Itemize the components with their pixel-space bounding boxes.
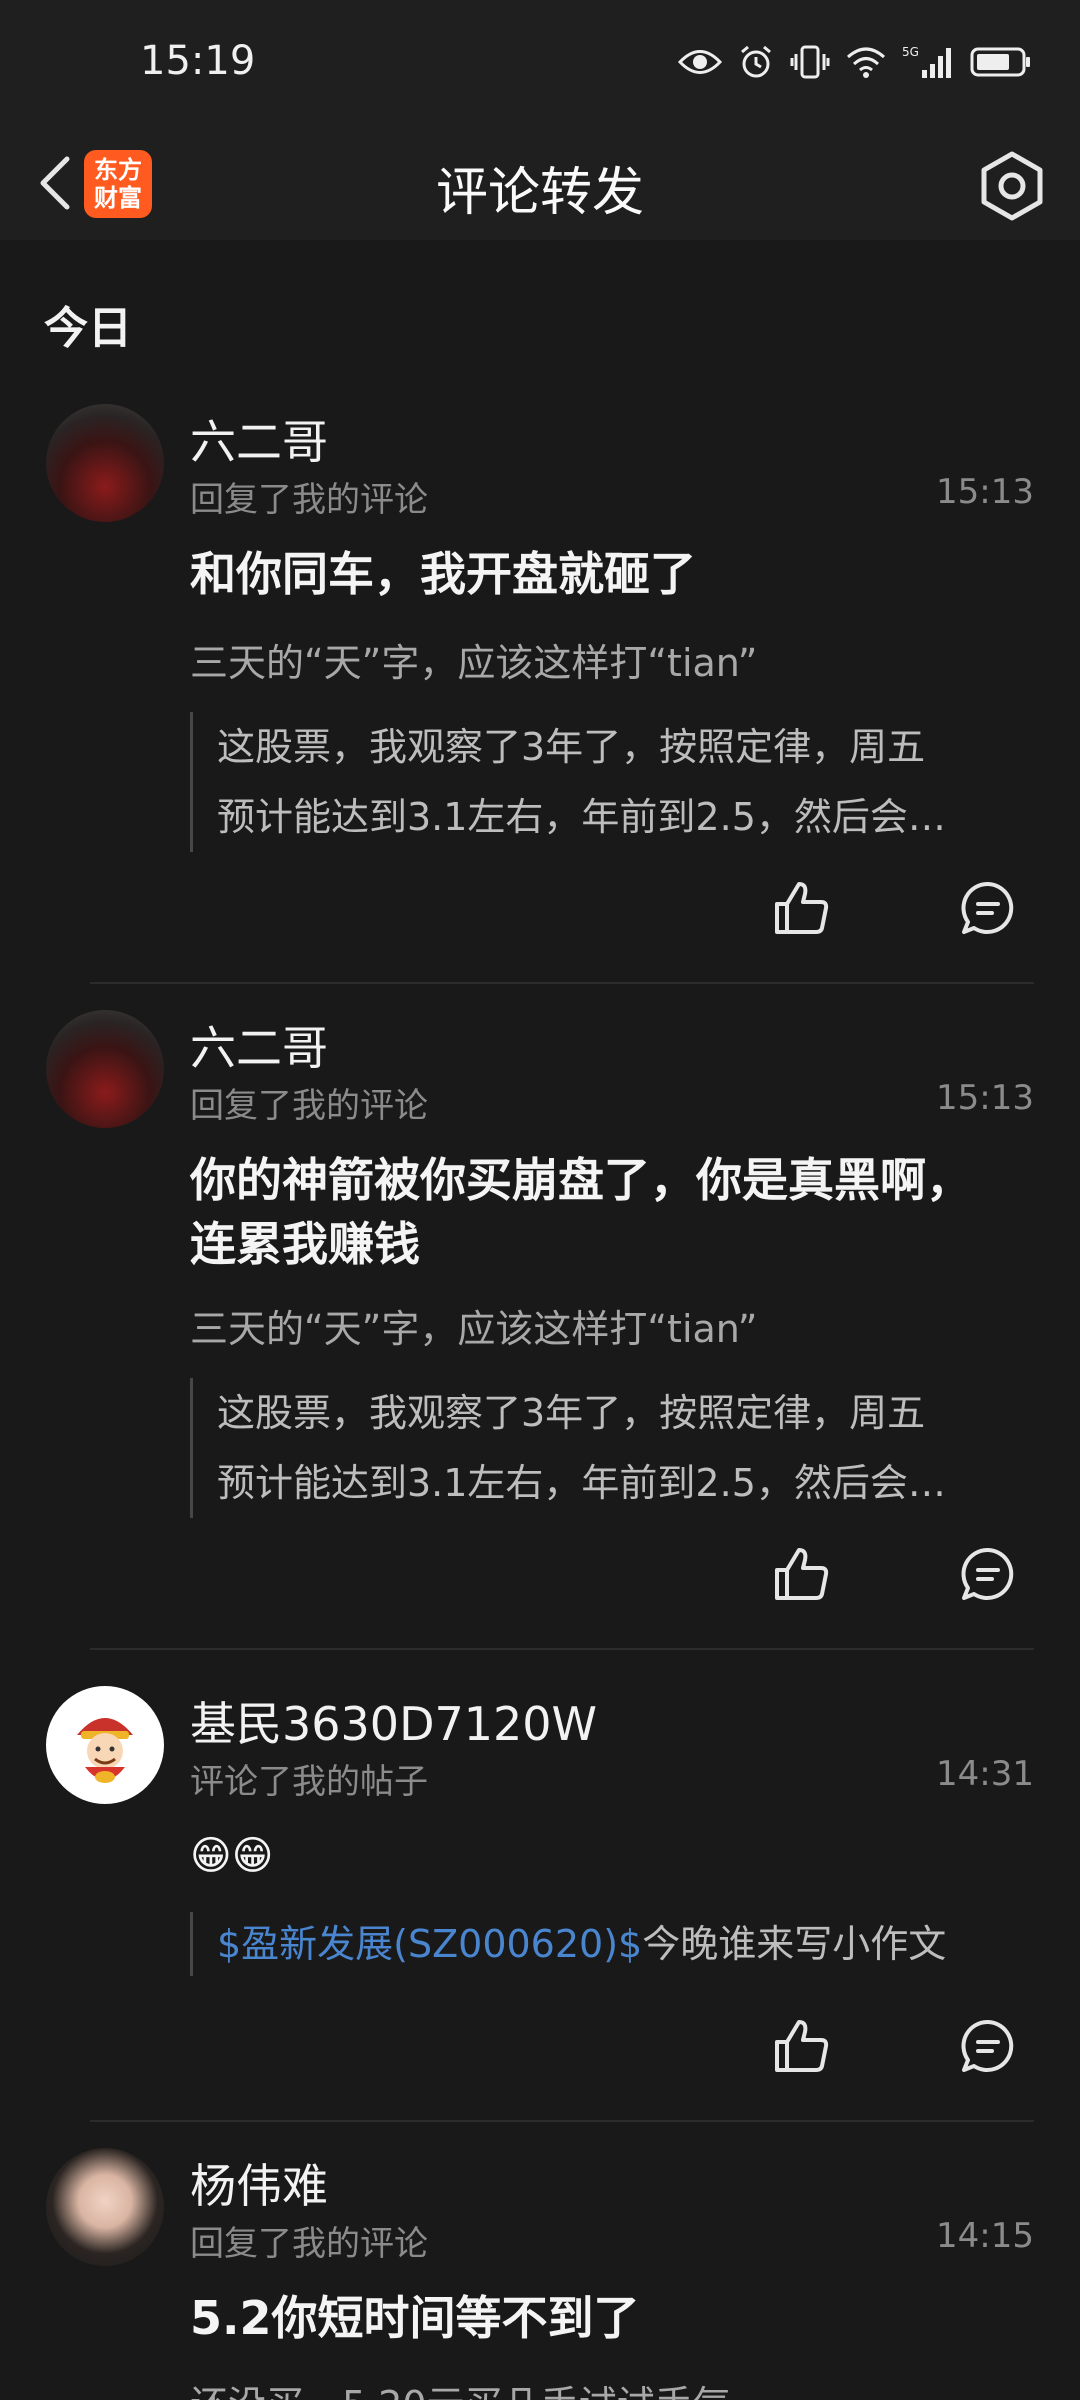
thumbs-up-icon bbox=[775, 1548, 829, 1600]
avatar[interactable] bbox=[46, 2148, 164, 2266]
signal-5g-icon: 5G bbox=[902, 45, 951, 78]
fortune-god-avatar-icon bbox=[77, 1718, 133, 1783]
avatar[interactable] bbox=[46, 404, 164, 522]
section-header-today: 今日 bbox=[44, 303, 132, 354]
user-name[interactable]: 六二哥 bbox=[190, 1012, 328, 1078]
quote-line: 这股票，我观察了3年了，按照定律，周五 bbox=[217, 1391, 926, 1435]
quote-line: 这股票，我观察了3年了，按照定律，周五 bbox=[217, 725, 926, 769]
comment-bubble-icon bbox=[961, 2019, 1014, 2072]
reply-text[interactable]: 和你同车，我开盘就砸了 bbox=[190, 542, 1020, 606]
quote-line: 预计能达到3.1左右，年前到2.5，然后会… bbox=[217, 795, 946, 839]
divider bbox=[90, 2120, 1034, 2122]
action-text: 回复了我的评论 bbox=[190, 2224, 428, 2264]
thumbs-up-icon bbox=[775, 882, 829, 934]
thumbs-up-icon bbox=[775, 2020, 829, 2072]
timestamp: 14:31 bbox=[936, 1754, 1034, 1794]
user-name[interactable]: 基民3630D7120W bbox=[190, 1688, 597, 1754]
quoted-post[interactable]: 这股票，我观察了3年了，按照定律，周五 预计能达到3.1左右，年前到2.5，然后… bbox=[190, 712, 1047, 852]
original-comment[interactable]: 还没买，5.20元买几手试试手气 bbox=[190, 2374, 731, 2400]
svg-text:5G: 5G bbox=[902, 45, 919, 59]
quoted-post[interactable]: $盈新发展(SZ000620)$今晚谁来写小作文 bbox=[190, 1912, 1047, 1976]
avatar[interactable] bbox=[46, 1010, 164, 1128]
nav-bar: 东方 财富 评论转发 bbox=[0, 130, 1080, 240]
gear-icon bbox=[981, 151, 1043, 221]
avatar[interactable] bbox=[46, 1686, 164, 1804]
page-title: 评论转发 bbox=[435, 163, 644, 223]
reply-line: 连累我赚钱 bbox=[190, 1217, 420, 1271]
comment-button[interactable] bbox=[956, 2014, 1020, 2078]
action-text: 回复了我的评论 bbox=[190, 1086, 428, 1126]
eye-icon bbox=[678, 50, 722, 74]
vibrate-icon bbox=[790, 45, 830, 79]
divider bbox=[90, 982, 1034, 984]
alarm-icon bbox=[741, 45, 771, 78]
divider bbox=[90, 1648, 1034, 1650]
reply-text[interactable]: 😁😁 bbox=[190, 1824, 1020, 1888]
list-item[interactable]: 六二哥 回复了我的评论 15:13 你的神箭被你买崩盘了，你是真黑啊， 连累我赚… bbox=[0, 996, 1080, 1660]
status-icons: 5G bbox=[678, 40, 1032, 84]
like-button[interactable] bbox=[770, 876, 834, 940]
status-bar: 15:19 5G bbox=[0, 0, 1080, 130]
list-item[interactable]: 基民3630D7120W 评论了我的帖子 14:31 😁😁 $盈新发展(SZ00… bbox=[0, 1672, 1080, 2122]
like-button[interactable] bbox=[770, 1542, 834, 1606]
original-comment[interactable]: 三天的“天”字，应该这样打“tian” bbox=[190, 1298, 758, 1353]
user-name[interactable]: 六二哥 bbox=[190, 406, 328, 472]
reply-text[interactable]: 5.2你短时间等不到了 bbox=[190, 2286, 1020, 2350]
quote-text: 今晚谁来写小作文 bbox=[642, 1922, 947, 1966]
list-item[interactable]: 六二哥 回复了我的评论 15:13 和你同车，我开盘就砸了 三天的“天”字，应该… bbox=[0, 390, 1080, 984]
reply-text[interactable]: 你的神箭被你买崩盘了，你是真黑啊， 连累我赚钱 bbox=[190, 1148, 1020, 1276]
user-name[interactable]: 杨伟难 bbox=[190, 2150, 328, 2216]
stock-link[interactable]: $盈新发展(SZ000620)$ bbox=[217, 1922, 642, 1966]
battery-icon bbox=[970, 47, 1030, 77]
timestamp: 14:15 bbox=[936, 2216, 1034, 2256]
action-text: 回复了我的评论 bbox=[190, 480, 428, 520]
action-text: 评论了我的帖子 bbox=[190, 1762, 428, 1802]
wifi-icon bbox=[847, 47, 885, 78]
settings-button[interactable] bbox=[972, 146, 1052, 226]
comment-button[interactable] bbox=[956, 876, 1020, 940]
like-button[interactable] bbox=[770, 2014, 834, 2078]
quote-line: 预计能达到3.1左右，年前到2.5，然后会… bbox=[217, 1461, 946, 1505]
reply-line: 你的神箭被你买崩盘了，你是真黑啊， bbox=[190, 1153, 972, 1207]
timestamp: 15:13 bbox=[936, 472, 1034, 512]
comment-button[interactable] bbox=[956, 1542, 1020, 1606]
timestamp: 15:13 bbox=[936, 1078, 1034, 1118]
comment-bubble-icon bbox=[961, 881, 1014, 934]
list-item[interactable]: 杨伟难 回复了我的评论 14:15 5.2你短时间等不到了 还没买，5.20元买… bbox=[0, 2134, 1080, 2400]
original-comment[interactable]: 三天的“天”字，应该这样打“tian” bbox=[190, 632, 758, 687]
comment-bubble-icon bbox=[961, 1547, 1014, 1600]
quoted-post[interactable]: 这股票，我观察了3年了，按照定律，周五 预计能达到3.1左右，年前到2.5，然后… bbox=[190, 1378, 1047, 1518]
